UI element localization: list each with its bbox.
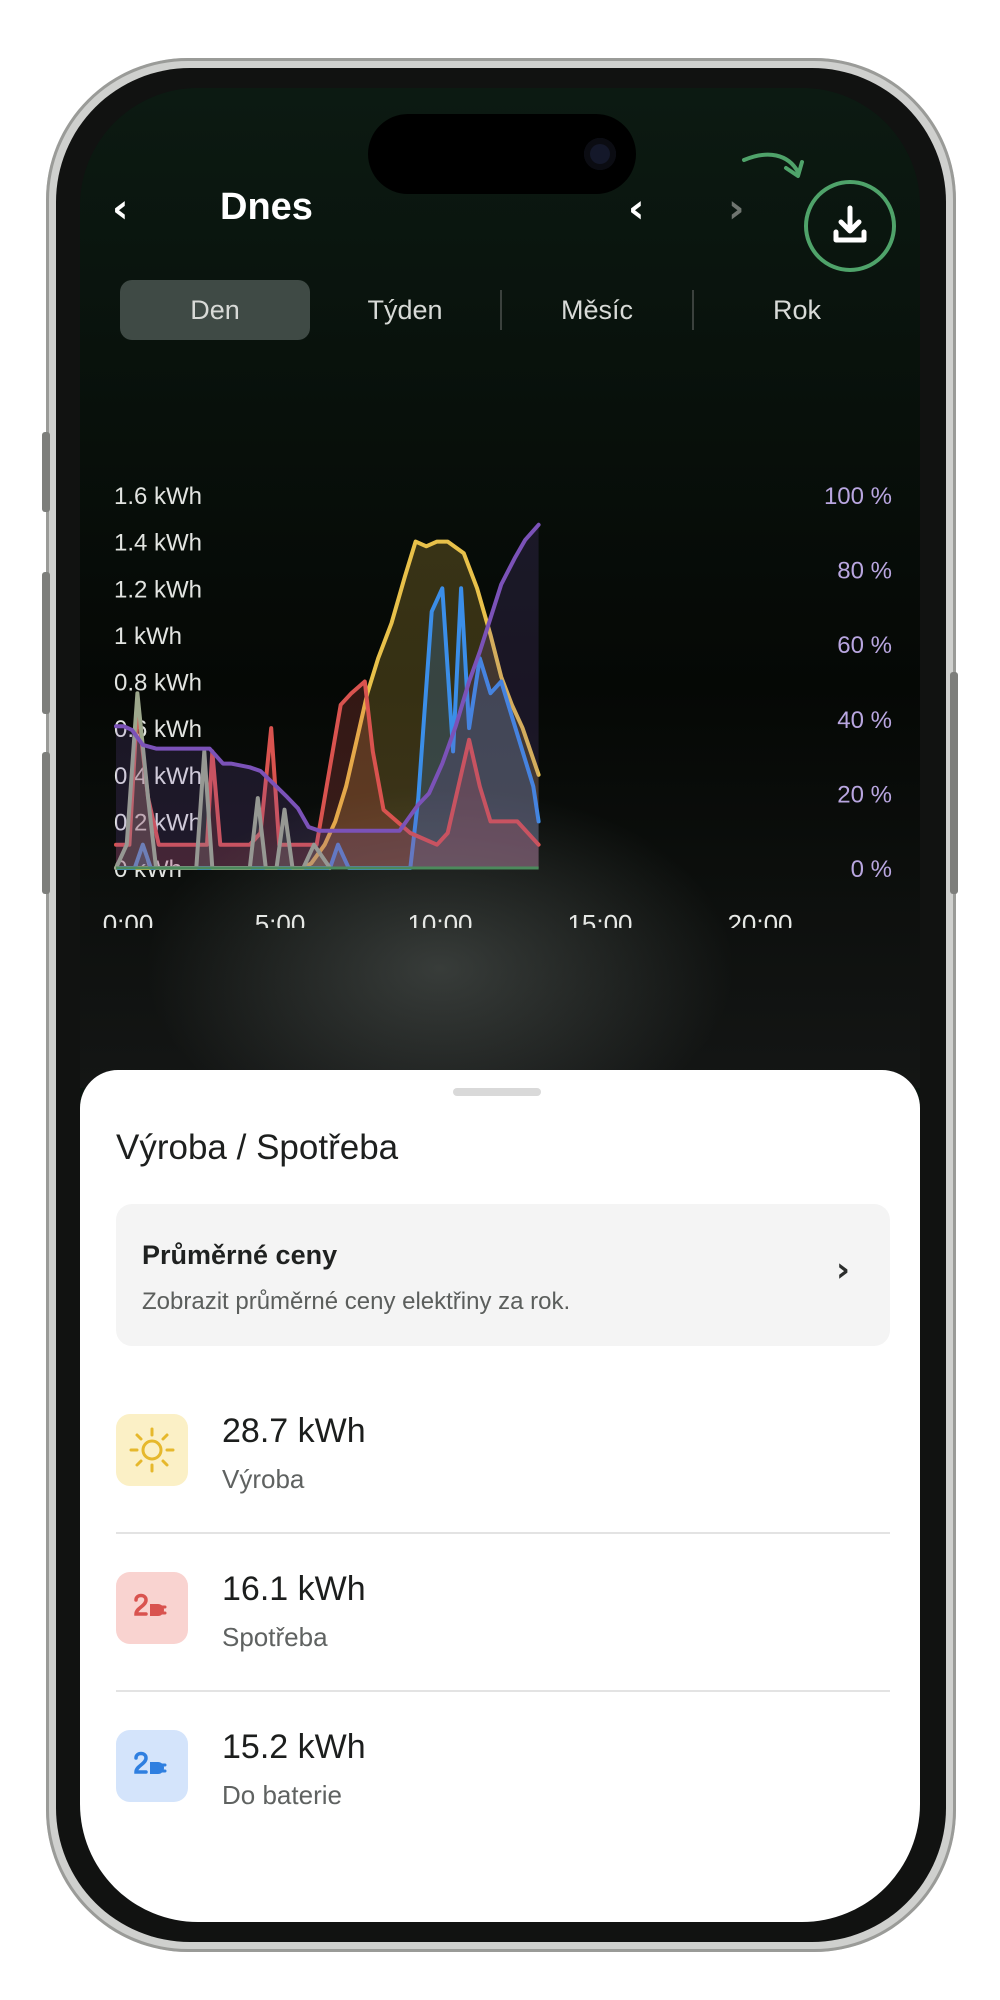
y-tick-right: 60 % <box>837 632 892 659</box>
side-button <box>42 432 50 512</box>
sun-icon <box>129 1427 175 1473</box>
bottom-sheet: Výroba / Spotřeba Průměrné ceny Zobrazit… <box>80 1070 920 1922</box>
energy-chart: 1.6 kWh1.4 kWh1.2 kWh1 kWh0.8 kWh0.6 kWh… <box>103 483 892 928</box>
tab-mesic[interactable]: Měsíc <box>502 280 692 340</box>
stat-row-production[interactable]: 28.7 kWh Výroba <box>116 1376 890 1534</box>
previous-day-button[interactable]: ‹ <box>628 186 644 232</box>
y-tick-right: 80 % <box>837 558 892 585</box>
stat-label: Výroba <box>222 1464 305 1494</box>
y-tick-left: 1.4 kWh <box>114 530 202 557</box>
volume-up-button <box>42 572 50 714</box>
camera-icon <box>584 138 616 170</box>
tab-den[interactable]: Den <box>120 280 310 340</box>
volume-down-button <box>42 752 50 894</box>
page-title: Dnes <box>220 186 313 228</box>
plug-icon <box>134 1593 167 1616</box>
tab-rok[interactable]: Rok <box>694 280 900 340</box>
download-button[interactable] <box>804 180 896 272</box>
app-screen: ‹ Dnes ‹ › Den Týden Měsíc Rok 1.6 kWh 1.… <box>80 88 920 1922</box>
plug-icon <box>134 1751 167 1774</box>
period-tabs: Den Týden Měsíc Rok <box>120 280 900 340</box>
stat-icon-box <box>116 1414 188 1486</box>
stat-value: 16.1 kWh <box>222 1570 366 1608</box>
x-tick: 5:00 <box>255 909 306 928</box>
power-button <box>950 672 958 894</box>
stat-icon-box <box>116 1572 188 1644</box>
back-button[interactable]: ‹ <box>112 186 128 232</box>
download-icon <box>833 205 867 243</box>
average-prices-title: Průměrné ceny <box>142 1240 338 1270</box>
hint-arrow-icon <box>742 152 804 178</box>
stat-icon-box <box>116 1730 188 1802</box>
stat-row-battery[interactable]: 15.2 kWh Do baterie <box>116 1692 890 1850</box>
section-title: Výroba / Spotřeba <box>116 1128 399 1167</box>
chevron-left-icon: ‹ <box>112 186 129 232</box>
stat-value: 15.2 kWh <box>222 1728 366 1766</box>
x-tick: 15:00 <box>567 909 632 928</box>
x-tick: 0:00 <box>103 909 154 928</box>
stat-value: 28.7 kWh <box>222 1412 366 1450</box>
y-tick-left: 1.2 kWh <box>114 576 202 603</box>
y-tick-left: 1.6 kWh <box>114 483 202 510</box>
chevron-right-icon: › <box>835 1250 850 1290</box>
y-tick-left: 0.8 kWh <box>114 670 202 697</box>
y-tick-right: 100 % <box>824 483 892 510</box>
stat-label: Do baterie <box>222 1780 342 1810</box>
stat-row-consumption[interactable]: 16.1 kWh Spotřeba <box>116 1534 890 1692</box>
average-prices-subtitle: Zobrazit průměrné ceny elektřiny za rok. <box>142 1288 571 1315</box>
dynamic-island <box>368 114 636 194</box>
stat-label: Spotřeba <box>222 1622 328 1652</box>
y-tick-right: 40 % <box>837 707 892 734</box>
chevron-left-icon: ‹ <box>628 186 645 232</box>
y-tick-right: 20 % <box>837 781 892 808</box>
tab-tyden[interactable]: Týden <box>310 280 500 340</box>
sheet-handle[interactable] <box>453 1088 541 1096</box>
y-tick-right: 0 % <box>851 856 892 883</box>
average-prices-card[interactable]: Průměrné ceny Zobrazit průměrné ceny ele… <box>116 1204 890 1346</box>
x-tick: 10:00 <box>407 909 472 928</box>
y-tick-left: 1 kWh <box>114 623 182 650</box>
x-tick: 20:00 <box>727 909 792 928</box>
